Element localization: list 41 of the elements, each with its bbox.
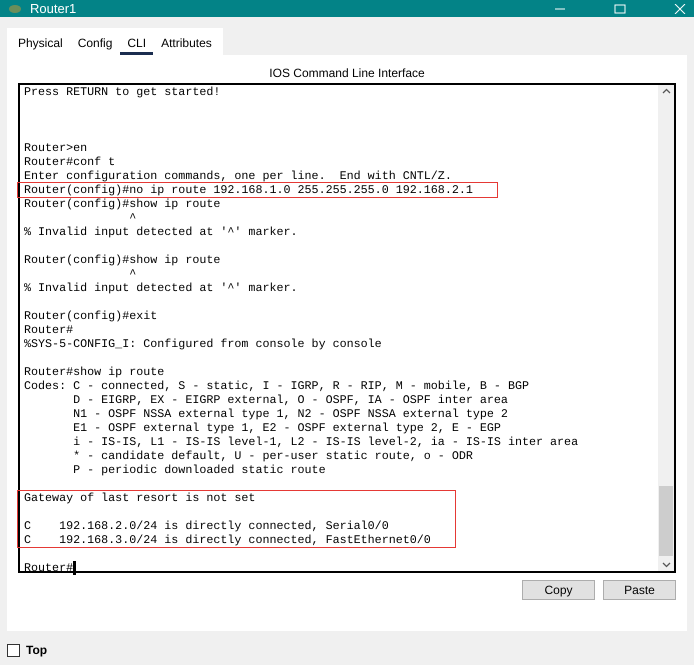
terminal-line: Router#conf t: [24, 155, 116, 169]
terminal-line: Router(config)#no ip route 192.168.1.0 255.255.255.0 192.168.2.1: [24, 183, 473, 197]
terminal-line: P - periodic downloaded static route: [72, 463, 326, 477]
scroll-up-icon[interactable]: [662, 88, 670, 94]
terminal-line: C 192.168.3.0/24 is directly connected, FastEthernet0/0: [24, 533, 431, 547]
tab[interactable]: Attributes: [154, 34, 219, 55]
checkbox-label: Top: [26, 642, 48, 659]
terminal-line: Router(config)#show ip route: [24, 197, 220, 211]
terminal-line: i - IS-IS, L1 - IS-IS level-1, L2 - IS-IS level-2, ia - IS-IS inter area: [72, 435, 578, 449]
terminal-line: %SYS-5-CONFIG_I: Configured from console by console: [24, 337, 382, 351]
tab[interactable]: Config: [70, 34, 120, 55]
command-prompt[interactable]: Router#: [24, 561, 74, 575]
scroll-down-icon[interactable]: [662, 562, 670, 568]
terminal-line: % Invalid input detected at '^' marker.: [24, 281, 298, 295]
panel-title: IOS Command Line Interface: [268, 66, 426, 80]
terminal-line: Router#show ip route: [24, 365, 164, 379]
action-button[interactable]: Paste: [603, 580, 676, 600]
scrollbar[interactable]: [658, 85, 674, 571]
terminal-line: E1 - OSPF external type 1, E2 - OSPF external type 2, E - EGP: [72, 421, 501, 435]
scroll-thumb[interactable]: [659, 486, 673, 556]
terminal-line: Enter configuration commands, one per line. End with CNTL/Z.: [24, 169, 452, 183]
terminal-line: % Invalid input detected at '^' marker.: [24, 225, 298, 239]
terminal-line: N1 - OSPF NSSA external type 1, N2 - OSPF NSSA external type 2: [72, 407, 508, 421]
terminal-line: Router(config)#exit: [24, 309, 158, 323]
terminal-line: Router>en: [24, 141, 88, 155]
tab[interactable]: Physical: [11, 34, 70, 55]
terminal-line: D - EIGRP, EX - EIGRP external, O - OSPF, IA - OSPF inter area: [72, 393, 508, 407]
terminal-line: Gateway of last resort is not set: [24, 491, 256, 505]
action-button[interactable]: Copy: [522, 580, 595, 600]
window-title: Router1: [30, 1, 76, 16]
terminal-line: Press RETURN to get started!: [24, 85, 220, 99]
checkbox[interactable]: [7, 644, 20, 656]
terminal-line: C 192.168.2.0/24 is directly connected, Serial0/0: [24, 519, 389, 533]
terminal-line: ^: [128, 267, 136, 281]
terminal-line: ^: [128, 211, 136, 225]
terminal-line: * - candidate default, U - per-user static route, o - ODR: [72, 449, 473, 463]
close-icon[interactable]: [674, 4, 686, 14]
maximize-icon[interactable]: [614, 4, 626, 14]
terminal-line: Codes: C - connected, S - static, I - IGRP, R - RIP, M - mobile, B - BGP: [24, 379, 529, 393]
terminal-line: Router#: [24, 323, 74, 337]
terminal-line: Router(config)#show ip route: [24, 253, 220, 267]
